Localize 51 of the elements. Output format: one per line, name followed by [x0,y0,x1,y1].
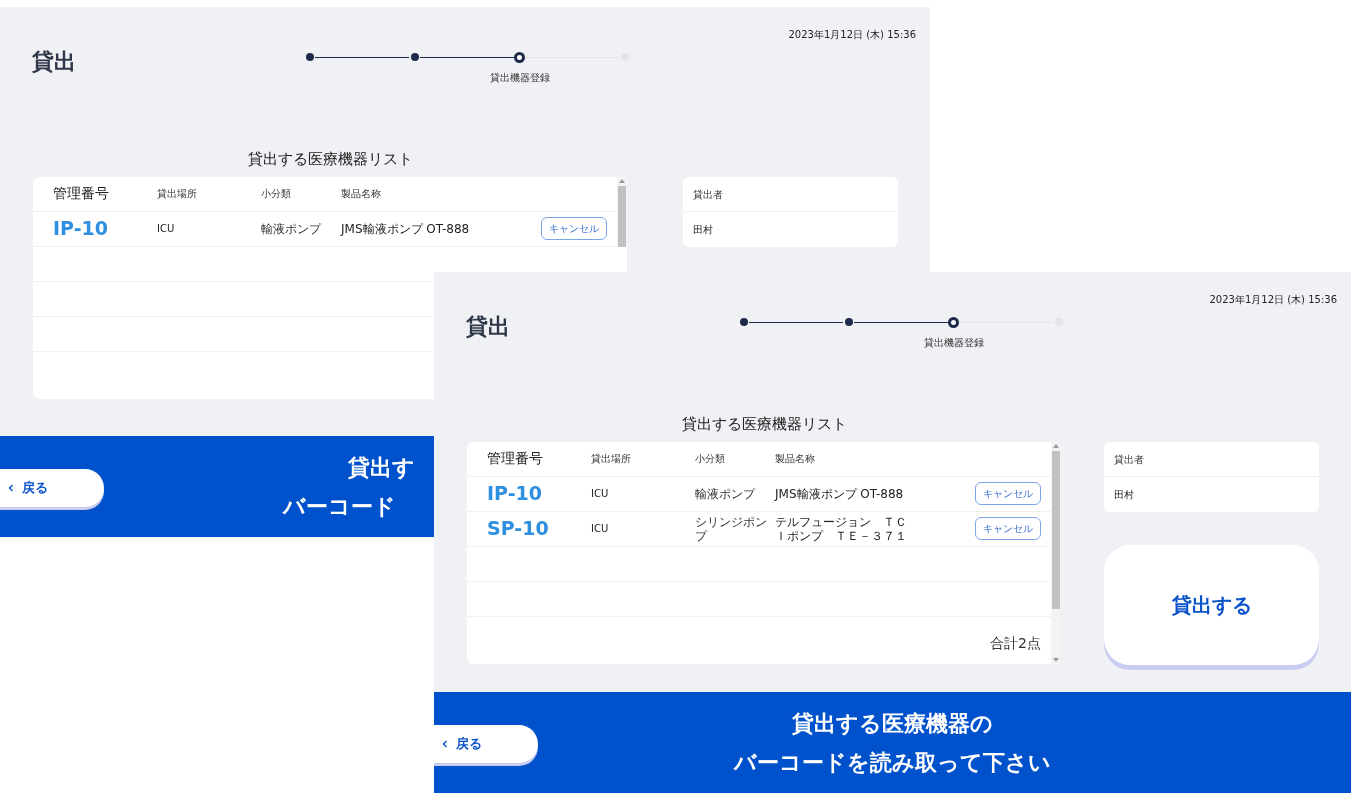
column-header: 製品名称 [775,452,816,466]
scan-prompt: 貸出する医療機器の [792,709,993,738]
page-title: 貸出 [466,313,511,341]
back-button[interactable]: 戻る [0,469,104,507]
page-title: 貸出 [32,48,77,76]
category-cell-text: 輸液ポンプ [695,486,757,501]
back-button[interactable]: 戻る [434,725,538,763]
product-cell-text: テルフュージョン ＴＣＩポンプ ＴＥ－３７１ [775,514,908,543]
lender-label: 貸出者 [683,177,898,212]
lender-name: 田村 [692,223,714,237]
product-cell-text: JMS輸液ポンプ OT-888 [341,221,471,236]
cancel-button[interactable]: キャンセル [975,517,1041,540]
chevron-left-icon [442,740,448,748]
scroll-thumb[interactable] [618,185,626,247]
scroll-down-icon[interactable] [1053,657,1059,662]
device-id: IP-10 [487,481,543,507]
category-cell-text: 輸液ポンプ [261,221,323,236]
list-title: 貸出する医療機器リスト [247,149,413,170]
scrollbar[interactable] [1051,441,1061,664]
location-cell-text: ICU [591,487,610,501]
cancel-button[interactable]: キャンセル [541,217,607,240]
category-cell-text: シリンジポンプ [695,514,768,543]
location-cell-text: ICU [591,522,610,536]
scroll-thumb[interactable] [1052,450,1060,609]
total-count: 合計2点 [990,633,1041,653]
scroll-up-icon[interactable] [1053,443,1059,448]
scroll-up-icon[interactable] [619,178,625,183]
list-title: 貸出する医療機器リスト [681,414,847,435]
lender-name: 田村 [1113,488,1135,502]
cancel-button[interactable]: キャンセル [975,482,1041,505]
datetime: 2023年1月12日 (木) 15:36 [788,28,916,42]
scan-prompt: バーコード [283,492,396,521]
column-header: 製品名称 [341,187,382,201]
lender-label: 貸出者 [1104,442,1319,477]
column-header: 貸出場所 [157,187,198,201]
scrollbar[interactable] [617,176,627,247]
column-header: 貸出場所 [591,452,632,466]
column-header: 小分類 [261,187,292,201]
device-id: SP-10 [487,516,550,542]
product-cell-text: JMS輸液ポンプ OT-888 [775,486,905,501]
column-header: 小分類 [695,452,726,466]
datetime: 2023年1月12日 (木) 15:36 [1209,293,1337,307]
chevron-left-icon [8,484,14,492]
device-id: IP-10 [53,216,109,242]
column-header: 管理番号 [487,449,544,468]
scan-prompt: 貸出す [347,453,415,482]
step-label: 貸出機器登録 [923,335,984,350]
location-cell-text: ICU [157,222,176,236]
column-header: 管理番号 [53,184,110,203]
scan-prompt: バーコードを読み取って下さい [734,748,1051,777]
step-label: 貸出機器登録 [489,70,550,85]
